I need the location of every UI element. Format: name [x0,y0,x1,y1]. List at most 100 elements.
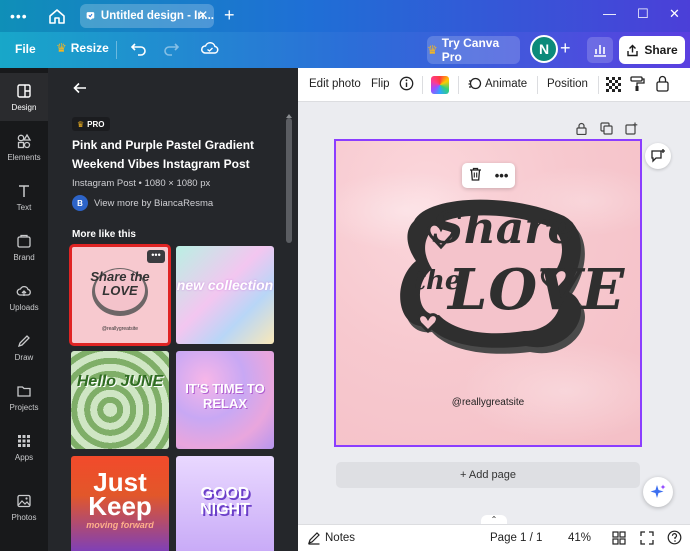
flip-button[interactable]: Flip [371,78,390,90]
animate-button[interactable]: Animate [485,78,527,90]
rail-item-brand[interactable]: Brand [0,223,48,271]
zoom-level[interactable]: 41% [568,532,591,544]
author-avatar: B [72,195,88,211]
share-button[interactable]: Share [619,36,685,64]
rail-label: Apps [14,453,34,462]
page-indicator[interactable]: Page 1 / 1 [490,532,542,544]
add-page-button[interactable]: + Add page [336,462,640,488]
cloud-save-icon[interactable] [200,38,220,58]
user-avatar[interactable]: N [530,35,558,63]
template-thumb[interactable]: Share the LOVE @reallygreatsite ••• [69,244,171,346]
template-thumb[interactable]: Hello JUNE [71,351,169,449]
template-thumb[interactable]: GOOD NIGHT [176,456,274,551]
new-tab-icon[interactable]: + [224,5,235,26]
rail-label: Brand [13,253,35,262]
maximize-icon[interactable]: ☐ [637,6,649,22]
duplicate-page-icon[interactable] [600,122,613,135]
tab-close-icon[interactable]: ✕ [198,8,208,22]
thumb-title: Share the LOVE [90,269,150,298]
template-thumb[interactable]: IT'S TIME TO RELAX [176,351,274,449]
sparkle-icon [650,484,666,498]
thumb-subtitle: @reallygreatsite [101,326,139,332]
notes-icon [307,531,321,548]
author-link[interactable]: B View more by BiancaResma [72,195,213,211]
rail-item-draw[interactable]: Draw [0,323,48,371]
page-tools [575,122,638,136]
elements-icon [17,133,32,149]
template-thumb[interactable]: new collection [176,246,274,344]
thumb-subtitle: moving forward [86,520,154,530]
crown-icon: ♛ [77,119,85,129]
undo-icon[interactable] [129,38,149,58]
rail-item-apps[interactable]: Apps [0,423,48,471]
brand-icon [17,234,31,248]
browser-tab[interactable]: Untitled design - In... ✕ [80,4,214,28]
text-icon [19,185,29,197]
apps-icon [18,435,30,447]
thumb-more-options-icon[interactable]: ••• [147,250,165,263]
grid-view-icon[interactable] [612,531,626,548]
thumb-title: GOOD NIGHT [200,485,250,518]
paint-roller-icon[interactable] [630,76,645,95]
rail-item-projects[interactable]: Projects [0,373,48,421]
photos-icon [17,494,31,508]
more-like-this-heading: More like this [72,229,136,240]
rail-label: Projects [9,403,39,412]
thumb-title: IT'S TIME TO RELAX [185,381,265,411]
try-canva-pro-label: Try Canva Pro [441,36,500,64]
insights-button[interactable] [587,37,613,63]
fullscreen-icon[interactable] [640,531,654,548]
pro-badge: ♛ PRO [72,117,110,131]
position-button[interactable]: Position [547,78,588,90]
magic-assistant-button[interactable] [643,477,673,507]
element-float-toolbar: ••• [462,163,515,188]
rail-item-design[interactable]: Design [0,73,48,121]
color-picker-swatch[interactable] [431,76,449,94]
more-options-icon[interactable]: ••• [495,168,509,183]
editor-footer: Notes Page 1 / 1 41% [298,524,690,551]
toolbar-divider [598,76,599,94]
panel-scrollbar[interactable] [286,118,292,243]
edit-photo-button[interactable]: Edit photo [309,78,361,90]
info-icon[interactable] [399,76,414,94]
rail-item-text[interactable]: Text [0,173,48,221]
notes-button[interactable]: Notes [325,532,355,544]
canva-favicon-icon [86,12,95,20]
rail-item-uploads[interactable]: Uploads [0,273,48,321]
left-nav-rail: Design Elements Text Brand Uploads Draw … [0,68,48,551]
help-icon[interactable] [667,530,682,548]
template-thumb[interactable]: Just Keep moving forward [71,456,169,551]
rail-item-photos[interactable]: Photos [0,483,48,531]
panel-scroll-up-icon[interactable] [286,108,292,118]
thumb-title: Hello JUNE [76,373,164,390]
draw-icon [17,335,30,348]
design-site-handle: @reallygreatsite [451,397,525,408]
template-title: Pink and Purple Pastel Gradient Weekend … [72,138,255,171]
author-link-label: View more by BiancaResma [94,197,214,209]
redo-icon[interactable] [161,38,181,58]
rail-item-elements[interactable]: Elements [0,123,48,171]
template-details-panel: ♛ PRO Pink and Purple Pastel Gradient We… [48,68,298,551]
context-toolbar: Edit photo Flip Animate Position [298,68,690,102]
minimize-icon[interactable]: — [603,6,616,21]
resize-button[interactable]: ♛ Resize [56,41,109,55]
try-canva-pro-button[interactable]: ♛ Try Canva Pro [427,36,520,64]
invite-plus-icon[interactable]: + [560,38,571,59]
transparency-icon[interactable] [606,77,621,95]
animate-icon [467,76,482,94]
trash-icon[interactable] [469,167,482,184]
share-label: Share [644,43,678,57]
add-page-icon[interactable] [625,122,638,135]
comment-plus-icon [651,149,665,163]
rail-label: Elements [7,153,41,162]
back-arrow-icon[interactable] [72,80,88,96]
editor-header: File ♛ Resize ♛ Try Canva Pro N + Share [0,32,690,68]
window-titlebar: ••• Untitled design - In... ✕ + — ☐ ✕ [0,0,690,32]
file-menu-button[interactable]: File [15,42,36,56]
add-comment-button[interactable] [645,143,671,169]
window-close-icon[interactable]: ✕ [669,6,680,22]
home-icon[interactable] [46,6,68,26]
ellipsis-icon[interactable]: ••• [10,8,28,24]
lock-icon[interactable] [655,75,670,95]
lock-page-icon[interactable] [575,122,588,136]
